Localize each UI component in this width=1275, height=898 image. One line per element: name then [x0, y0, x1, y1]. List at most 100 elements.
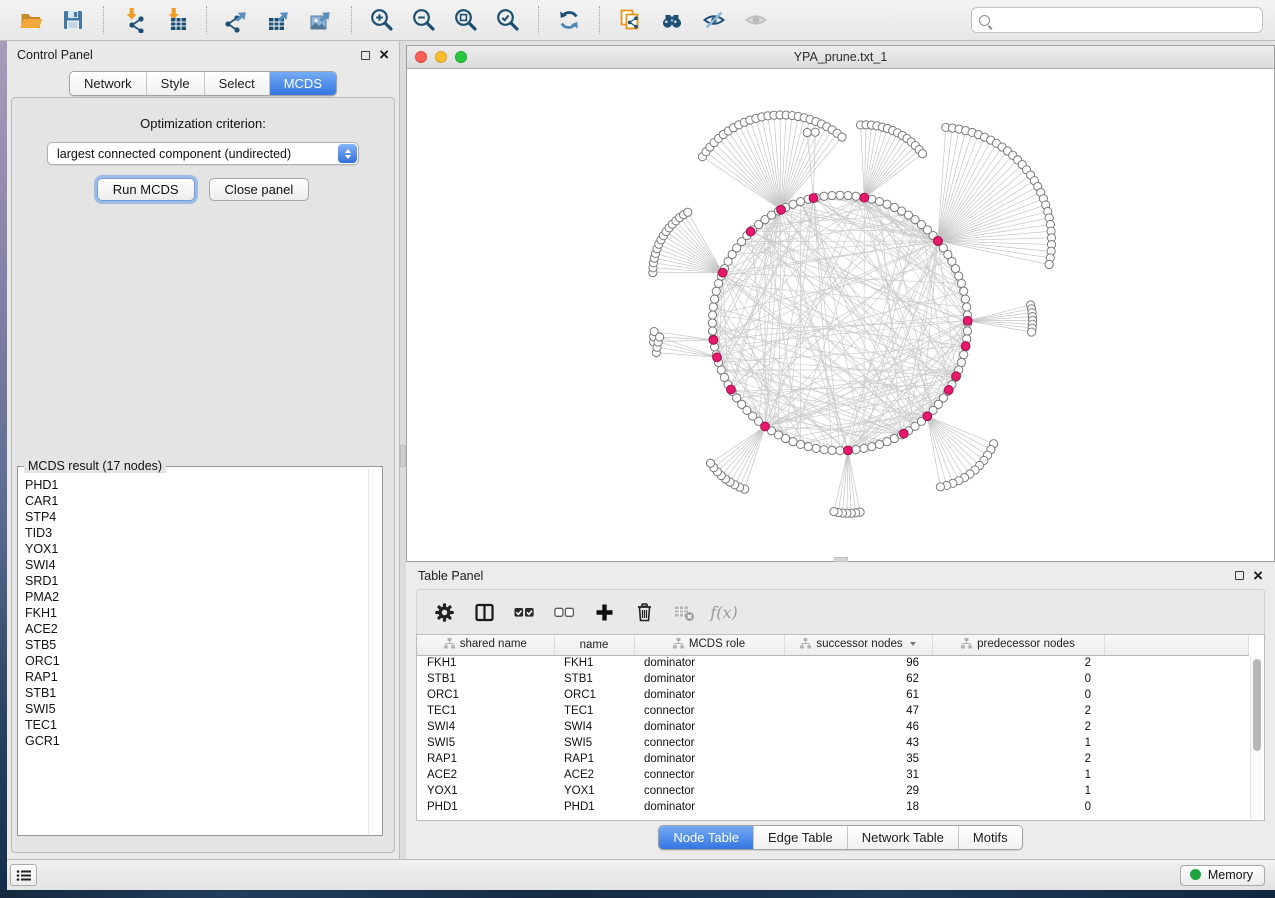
mcds-result-item[interactable]: GCR1: [25, 733, 367, 749]
toolbar-separator: [538, 6, 539, 34]
mcds-result-item[interactable]: CAR1: [25, 493, 367, 509]
control-panel-title: Control Panel: [17, 48, 93, 62]
function-builder-icon: f(x): [709, 599, 739, 625]
table-row[interactable]: STB1STB1dominator620: [417, 671, 1249, 687]
select-all-icon[interactable]: [509, 599, 539, 625]
mcds-result-item[interactable]: STB5: [25, 637, 367, 653]
column-header-successor-nodes[interactable]: successor nodes: [784, 635, 932, 655]
desktop-wallpaper-left: [0, 41, 7, 898]
optimization-criterion-select[interactable]: largest connected component (undirected): [47, 142, 359, 165]
table-row[interactable]: ACE2ACE2connector311: [417, 767, 1249, 783]
memory-button[interactable]: Memory: [1180, 865, 1265, 886]
toolbar-separator: [599, 6, 600, 34]
tab-mcds[interactable]: MCDS: [269, 72, 336, 95]
delete-column-icon[interactable]: [629, 599, 659, 625]
table-row[interactable]: TEC1TEC1connector472: [417, 703, 1249, 719]
mcds-result-item[interactable]: SWI5: [25, 701, 367, 717]
mcds-result-item[interactable]: TID3: [25, 525, 367, 541]
table-row[interactable]: PHD1PHD1dominator180: [417, 799, 1249, 815]
network-title: YPA_prune.txt_1: [407, 50, 1274, 64]
table-row[interactable]: SWI4SWI4dominator462: [417, 719, 1249, 735]
column-header-predecessor-nodes[interactable]: predecessor nodes: [932, 635, 1104, 655]
window-maximize-icon[interactable]: [455, 51, 467, 63]
table-toolbar: f(x): [416, 589, 1265, 634]
export-network-icon[interactable]: [223, 6, 251, 34]
mcds-result-item[interactable]: STP4: [25, 509, 367, 525]
find-icon[interactable]: [658, 6, 686, 34]
show-panels-button[interactable]: [10, 864, 37, 886]
show-column-panel-icon[interactable]: [469, 599, 499, 625]
mcds-pane: Optimization criterion: largest connecte…: [11, 97, 395, 853]
zoom-selected-icon[interactable]: [494, 6, 522, 34]
float-panel-icon[interactable]: [361, 51, 370, 60]
mcds-result-item[interactable]: STB1: [25, 685, 367, 701]
node-table: shared namenameMCDS rolesuccessor nodesp…: [417, 635, 1249, 815]
mcds-result-item[interactable]: PHD1: [25, 477, 367, 493]
mcds-result-item[interactable]: PMA2: [25, 589, 367, 605]
network-window: YPA_prune.txt_1: [406, 45, 1275, 562]
zoom-fit-icon[interactable]: [452, 6, 480, 34]
delete-table-icon: [669, 599, 699, 625]
main-toolbar: [0, 0, 1275, 41]
table-row[interactable]: ORC1ORC1dominator610: [417, 687, 1249, 703]
window-close-icon[interactable]: [415, 51, 427, 63]
column-header-name[interactable]: name: [554, 635, 634, 655]
mcds-result-item[interactable]: RAP1: [25, 669, 367, 685]
mcds-result-item[interactable]: ACE2: [25, 621, 367, 637]
table-row[interactable]: SWI5SWI5connector431: [417, 735, 1249, 751]
import-network-icon[interactable]: [120, 6, 148, 34]
mcds-result-item[interactable]: SWI4: [25, 557, 367, 573]
create-column-icon[interactable]: [589, 599, 619, 625]
column-header-MCDS-role[interactable]: MCDS role: [634, 635, 784, 655]
float-table-panel-icon[interactable]: [1235, 571, 1244, 580]
table-scrollbar-thumb[interactable]: [1253, 659, 1261, 751]
optimization-criterion-label: Optimization criterion:: [12, 116, 394, 131]
mcds-result-item[interactable]: ORC1: [25, 653, 367, 669]
tab-style[interactable]: Style: [146, 72, 204, 95]
table-row[interactable]: YOX1YOX1connector291: [417, 783, 1249, 799]
mcds-result-title: MCDS result (17 nodes): [24, 459, 166, 473]
memory-label: Memory: [1208, 868, 1253, 882]
table-tab-node-table[interactable]: Node Table: [659, 826, 753, 849]
toolbar-separator: [103, 6, 104, 34]
result-scrollbar[interactable]: [368, 468, 381, 834]
tab-select[interactable]: Select: [204, 72, 269, 95]
export-table-icon[interactable]: [265, 6, 293, 34]
table-tab-motifs[interactable]: Motifs: [958, 826, 1022, 849]
export-image-icon[interactable]: [307, 6, 335, 34]
table-tab-network-table[interactable]: Network Table: [847, 826, 958, 849]
search-icon: [979, 15, 990, 26]
mcds-result-item[interactable]: SRD1: [25, 573, 367, 589]
close-panel-button[interactable]: Close panel: [209, 178, 310, 201]
new-network-from-selection-icon[interactable]: [616, 6, 644, 34]
search-box[interactable]: [971, 7, 1263, 33]
table-panel-titlebar: Table Panel ×: [406, 562, 1275, 589]
dropdown-selected-value: largest connected component (undirected): [57, 147, 291, 161]
tab-network[interactable]: Network: [70, 72, 146, 95]
run-mcds-button[interactable]: Run MCDS: [97, 178, 195, 201]
mcds-result-item[interactable]: TEC1: [25, 717, 367, 733]
open-file-icon[interactable]: [17, 6, 45, 34]
table-row[interactable]: RAP1RAP1dominator352: [417, 751, 1249, 767]
network-canvas[interactable]: [407, 69, 1274, 561]
table-scrollbar[interactable]: [1250, 656, 1263, 819]
import-table-icon[interactable]: [162, 6, 190, 34]
table-tab-edge-table[interactable]: Edge Table: [753, 826, 847, 849]
control-panel-titlebar: Control Panel ×: [7, 41, 399, 69]
zoom-in-icon[interactable]: [368, 6, 396, 34]
deselect-all-icon[interactable]: [549, 599, 579, 625]
apply-layout-icon[interactable]: [555, 6, 583, 34]
table-row[interactable]: FKH1FKH1dominator962: [417, 655, 1249, 671]
save-session-icon[interactable]: [59, 6, 87, 34]
mcds-result-item[interactable]: FKH1: [25, 605, 367, 621]
mcds-result-item[interactable]: YOX1: [25, 541, 367, 557]
zoom-out-icon[interactable]: [410, 6, 438, 34]
table-panel: Table Panel × f(x) shared namenameMCDS r…: [406, 562, 1275, 859]
close-table-panel-icon[interactable]: ×: [1253, 571, 1263, 581]
window-minimize-icon[interactable]: [435, 51, 447, 63]
table-settings-icon[interactable]: [429, 599, 459, 625]
column-header-shared-name[interactable]: shared name: [417, 635, 554, 655]
hide-selected-icon[interactable]: [700, 6, 728, 34]
close-panel-icon[interactable]: ×: [379, 50, 389, 60]
search-input[interactable]: [996, 13, 1255, 27]
